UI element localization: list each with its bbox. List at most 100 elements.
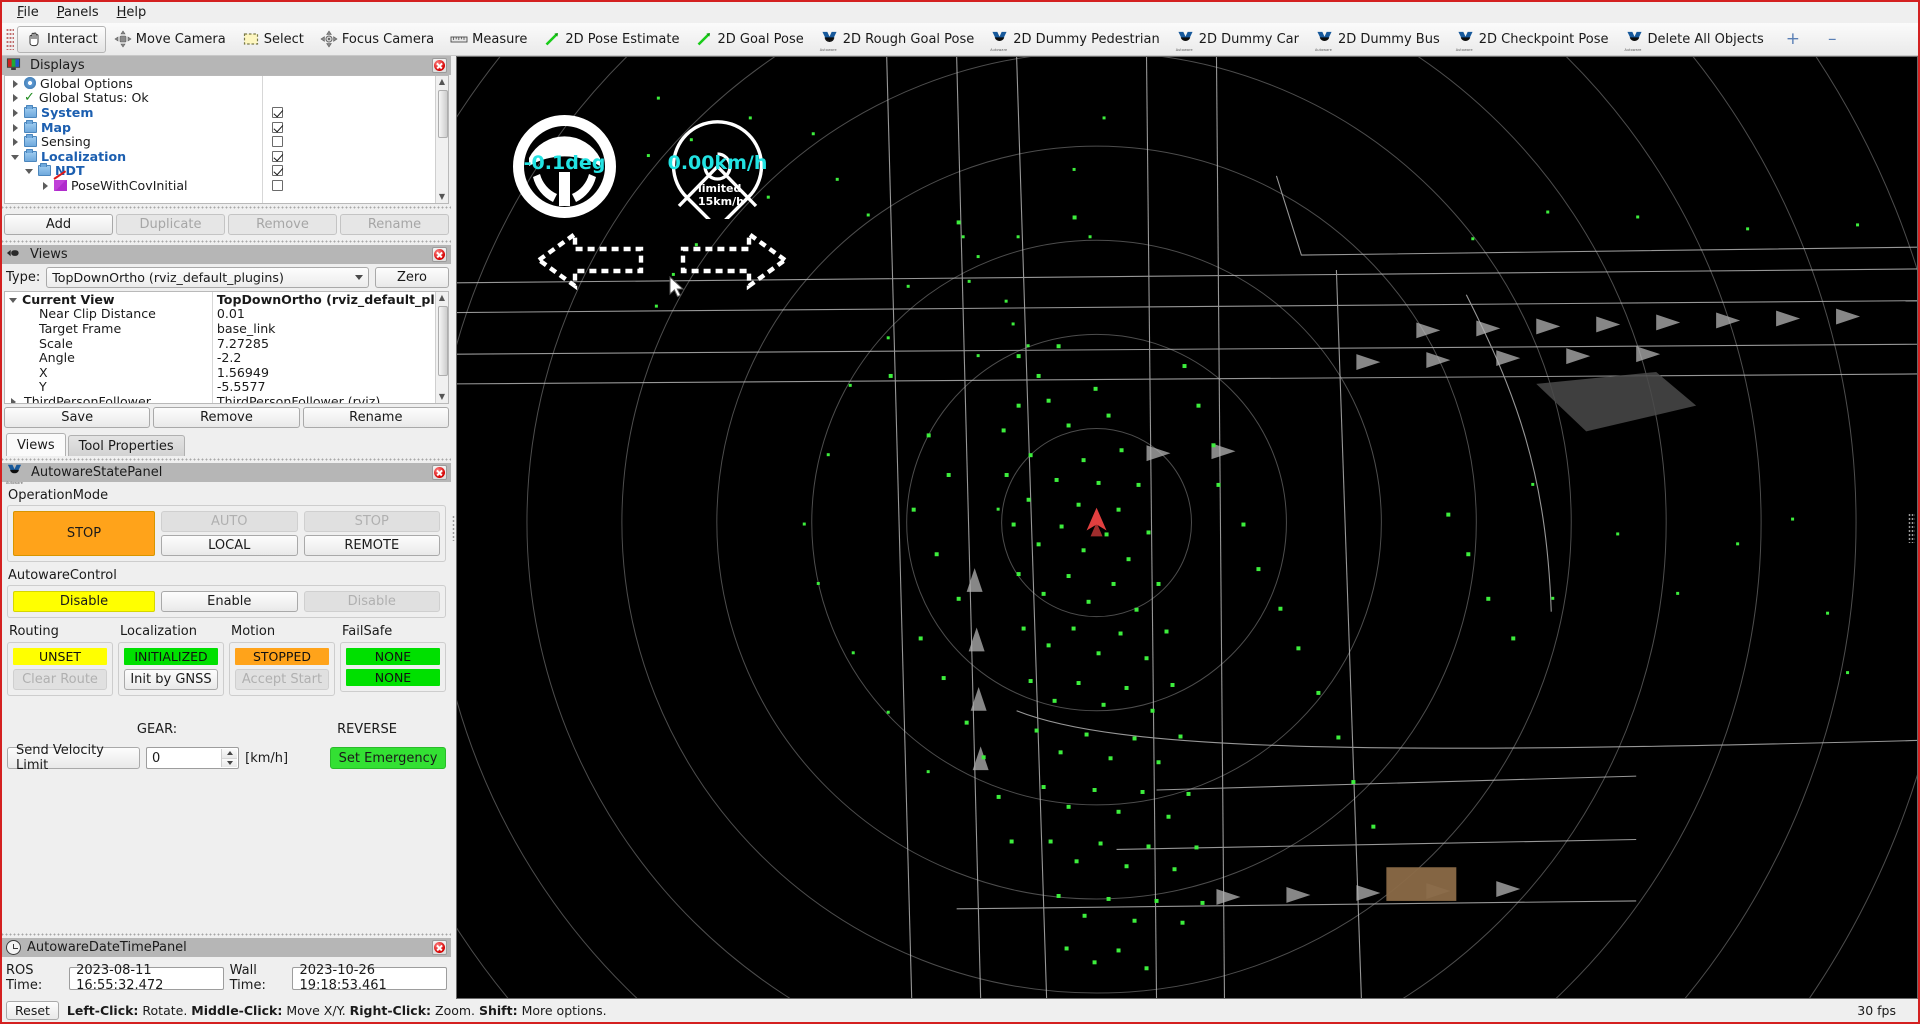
velocity-limit-input[interactable]: 0 xyxy=(146,747,239,769)
tool-interact[interactable]: Interact xyxy=(17,26,106,53)
tab-views[interactable]: Views xyxy=(6,433,66,456)
view-property-row[interactable]: ThirdPersonFollower xyxy=(5,394,212,404)
view-property-row[interactable]: Y xyxy=(5,380,212,395)
chevron-down-icon[interactable] xyxy=(25,166,34,175)
rename-view-button[interactable]: Rename xyxy=(303,407,449,428)
close-icon[interactable] xyxy=(432,940,447,955)
displays-tree[interactable]: Global Options ✓ Global Status: Ok Syste… xyxy=(4,75,449,204)
right-dock-handle[interactable] xyxy=(1908,513,1915,543)
remove-display-button[interactable]: Remove xyxy=(228,214,337,235)
tool-2d-checkpoint-pose[interactable]: Autoware 2D Checkpoint Pose xyxy=(1448,26,1617,53)
scroll-down-icon[interactable]: ▼ xyxy=(439,391,445,403)
control-enable-button[interactable]: Enable xyxy=(161,591,298,612)
view-property-row[interactable]: Target Frame xyxy=(5,321,212,336)
menu-item-help[interactable]: Help xyxy=(108,3,156,22)
checkbox-map[interactable] xyxy=(272,122,283,133)
chevron-right-icon[interactable] xyxy=(11,79,20,88)
checkbox-posewithcovinitial[interactable] xyxy=(272,180,283,191)
close-icon[interactable] xyxy=(432,247,447,262)
menu-item-file[interactable]: File xyxy=(8,3,48,22)
auto-button[interactable]: AUTO xyxy=(161,511,298,532)
init-by-gnss-button[interactable]: Init by GNSS xyxy=(124,669,218,690)
stepper-up-icon[interactable] xyxy=(222,749,237,759)
chevron-right-icon[interactable] xyxy=(9,397,18,404)
local-button[interactable]: LOCAL xyxy=(161,535,298,556)
display-row-sensing[interactable]: Sensing xyxy=(5,134,262,149)
accept-start-button[interactable]: Accept Start xyxy=(235,669,329,690)
stop-button[interactable]: STOP xyxy=(304,511,441,532)
view-property-row[interactable]: Scale xyxy=(5,336,212,351)
view-type-combobox[interactable]: TopDownOrtho (rviz_default_plugins) xyxy=(46,267,369,288)
chevron-right-icon[interactable] xyxy=(11,93,20,102)
tool-2d-pose-estimate[interactable]: 2D Pose Estimate xyxy=(535,26,687,53)
tool-2d-dummy-car[interactable]: Autoware 2D Dummy Car xyxy=(1168,26,1307,53)
view-property-value-row[interactable]: 7.27285 xyxy=(213,336,448,351)
view-property-value-row[interactable]: ThirdPersonFollower (rviz) xyxy=(213,394,448,404)
chevron-down-icon[interactable] xyxy=(11,152,20,161)
checkbox-ndt[interactable] xyxy=(272,165,283,176)
duplicate-display-button[interactable]: Duplicate xyxy=(116,214,225,235)
view-property-row[interactable]: Angle xyxy=(5,350,212,365)
scroll-up-icon[interactable]: ▲ xyxy=(439,76,445,88)
remove-view-button[interactable]: Remove xyxy=(153,407,299,428)
display-row-global-status[interactable]: ✓ Global Status: Ok xyxy=(5,91,262,106)
save-view-button[interactable]: Save xyxy=(4,407,150,428)
clear-route-button[interactable]: Clear Route xyxy=(13,669,107,690)
view-property-value-row[interactable]: 1.56949 xyxy=(213,365,448,380)
view-property-row[interactable]: Current View xyxy=(5,292,212,307)
view-property-row[interactable]: Near Clip Distance xyxy=(5,307,212,322)
scroll-up-icon[interactable]: ▲ xyxy=(439,292,445,304)
tool-2d-goal-pose[interactable]: 2D Goal Pose xyxy=(687,26,811,53)
datetime-panel-resize-handle[interactable] xyxy=(2,931,451,938)
set-emergency-button[interactable]: Set Emergency xyxy=(330,747,446,769)
wall-time-field[interactable]: 2023-10-26 19:18:53.461 xyxy=(292,967,447,990)
velocity-stepper[interactable] xyxy=(221,749,237,767)
display-row-map[interactable]: Map xyxy=(5,120,262,135)
scroll-down-icon[interactable]: ▼ xyxy=(439,191,445,203)
view-property-value-row[interactable]: -5.5577 xyxy=(213,380,448,395)
views-scrollbar[interactable]: ▲ ▼ xyxy=(435,292,448,403)
view-property-row[interactable]: X xyxy=(5,365,212,380)
3d-render-view[interactable]: -0.1deg 0.00km/h limited 15km/h xyxy=(456,56,1918,999)
tool-move-camera[interactable]: Move Camera xyxy=(106,26,234,53)
tool-2d-rough-goal-pose[interactable]: Autoware 2D Rough Goal Pose xyxy=(812,26,983,53)
menu-item-panels[interactable]: Panels xyxy=(48,3,108,22)
tool-2d-dummy-bus[interactable]: Autoware 2D Dummy Bus xyxy=(1307,26,1448,53)
checkbox-localization[interactable] xyxy=(272,151,283,162)
chevron-right-icon[interactable] xyxy=(11,137,20,146)
displays-resize-handle[interactable] xyxy=(2,204,451,211)
toolbar-drag-handle[interactable] xyxy=(6,28,14,50)
chevron-right-icon[interactable] xyxy=(41,181,50,190)
remote-button[interactable]: REMOTE xyxy=(304,535,441,556)
scrollbar-thumb[interactable] xyxy=(438,90,448,138)
displays-scrollbar[interactable]: ▲ ▼ xyxy=(435,76,448,203)
add-display-button[interactable]: Add xyxy=(4,214,113,235)
remove-tool-button[interactable]: – xyxy=(1814,29,1851,49)
display-row-ndt[interactable]: NDT xyxy=(5,164,262,179)
ros-time-field[interactable]: 2023-08-11 16:55:32.472 xyxy=(69,967,224,990)
tool-delete-all-objects[interactable]: Autoware Delete All Objects xyxy=(1617,26,1772,53)
checkbox-sensing[interactable] xyxy=(272,136,283,147)
scrollbar-thumb[interactable] xyxy=(438,306,448,376)
tool-measure[interactable]: Measure xyxy=(442,26,535,53)
close-icon[interactable] xyxy=(432,58,447,73)
stepper-down-icon[interactable] xyxy=(222,759,237,768)
close-icon[interactable] xyxy=(432,465,447,480)
views-property-table[interactable]: Current View Near Clip Distance Target F… xyxy=(4,291,449,404)
rename-display-button[interactable]: Rename xyxy=(340,214,449,235)
add-tool-button[interactable]: + xyxy=(1772,29,1814,49)
display-row-global-options[interactable]: Global Options xyxy=(5,76,262,91)
view-property-value-row[interactable]: TopDownOrtho (rviz_default_plugins) xyxy=(213,292,448,307)
reset-button[interactable]: Reset xyxy=(6,1001,59,1020)
control-disable-button[interactable]: Disable xyxy=(304,591,441,612)
send-velocity-limit-button[interactable]: Send Velocity Limit xyxy=(7,747,140,769)
chevron-right-icon[interactable] xyxy=(11,123,20,132)
display-row-system[interactable]: System xyxy=(5,105,262,120)
tool-select[interactable]: Select xyxy=(234,26,312,53)
zero-button[interactable]: Zero xyxy=(375,267,449,288)
state-panel-resize-handle[interactable] xyxy=(2,456,451,463)
view-property-value-row[interactable]: -2.2 xyxy=(213,350,448,365)
tab-tool-properties[interactable]: Tool Properties xyxy=(68,435,185,456)
view-property-value-row[interactable]: 0.01 xyxy=(213,307,448,322)
display-row-posewithcovinitial[interactable]: PoseWithCovInitial xyxy=(5,178,262,193)
